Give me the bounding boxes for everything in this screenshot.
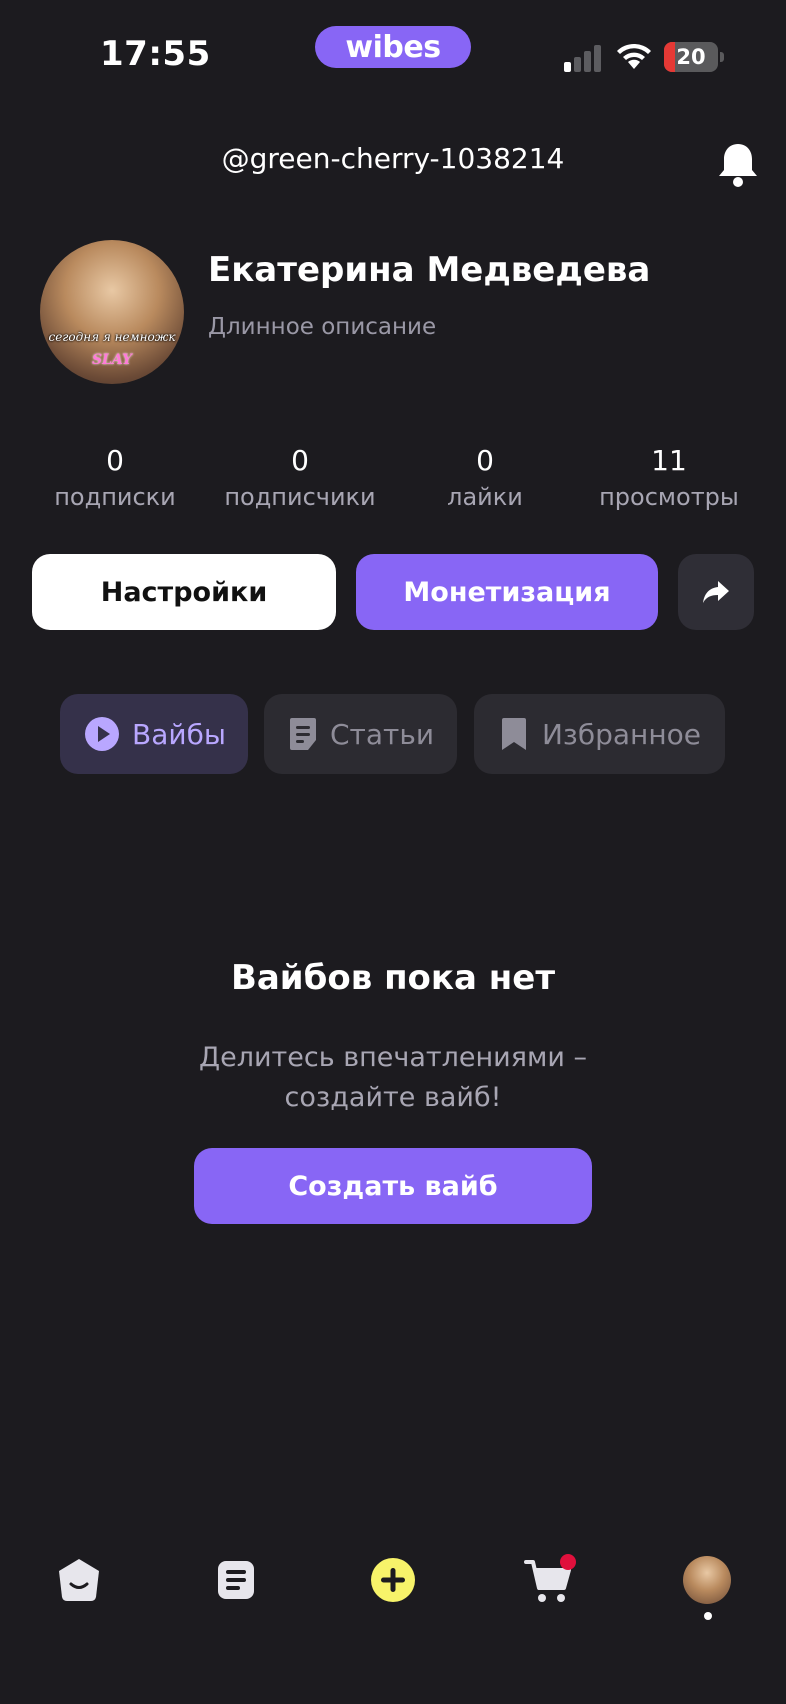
cart-icon bbox=[524, 1554, 576, 1602]
profile-bio: Длинное описание bbox=[208, 314, 437, 340]
stat-label: лайки bbox=[447, 483, 523, 511]
wifi-icon bbox=[617, 43, 651, 69]
cellular-signal-icon bbox=[564, 45, 601, 72]
battery-level: 20 bbox=[676, 45, 706, 69]
nav-feed[interactable] bbox=[208, 1552, 264, 1608]
empty-state-subtitle: Делитесь впечатлениями – создайте вайб! bbox=[0, 1038, 786, 1118]
battery-icon: 20 bbox=[664, 42, 726, 72]
stat-followers[interactable]: 0 подписчики bbox=[205, 444, 395, 511]
stat-subscriptions[interactable]: 0 подписки bbox=[20, 444, 210, 511]
stat-value: 0 bbox=[106, 444, 124, 477]
monetization-button[interactable]: Монетизация bbox=[356, 554, 658, 630]
bookmark-icon bbox=[498, 716, 530, 752]
stat-value: 0 bbox=[291, 444, 309, 477]
article-icon bbox=[288, 716, 318, 752]
nav-create[interactable] bbox=[365, 1552, 421, 1608]
home-icon bbox=[59, 1559, 99, 1601]
empty-state-subtitle-line2: создайте вайб! bbox=[284, 1082, 502, 1113]
empty-state-title: Вайбов пока нет bbox=[230, 958, 556, 998]
avatar-caption-slay: SLAY bbox=[91, 352, 133, 368]
avatar-caption: сегодня я немножк bbox=[48, 330, 176, 344]
create-plus-icon bbox=[371, 1558, 415, 1602]
cart-badge bbox=[560, 1554, 576, 1570]
avatar[interactable]: сегодня я немножк SLAY bbox=[40, 240, 184, 384]
stat-label: подписчики bbox=[224, 483, 376, 511]
tab-vibes[interactable]: Вайбы bbox=[60, 694, 248, 774]
profile-username: @green-cherry-1038214 bbox=[221, 142, 565, 175]
nav-home[interactable] bbox=[51, 1552, 107, 1608]
create-vibe-button[interactable]: Создать вайб bbox=[194, 1148, 592, 1224]
share-arrow-icon bbox=[703, 581, 729, 603]
tab-favorites[interactable]: Избранное bbox=[474, 694, 725, 774]
profile-avatar bbox=[683, 1556, 731, 1604]
settings-button[interactable]: Настройки bbox=[32, 554, 336, 630]
share-button[interactable] bbox=[678, 554, 754, 630]
play-icon bbox=[84, 716, 120, 752]
feed-icon bbox=[218, 1561, 254, 1599]
profile-name: Екатерина Медведева bbox=[208, 250, 651, 290]
stat-views: 11 просмотры bbox=[574, 444, 764, 511]
stat-value: 11 bbox=[651, 444, 687, 477]
status-time: 17:55 bbox=[100, 34, 211, 74]
tab-label: Статьи bbox=[330, 717, 435, 751]
tab-articles[interactable]: Статьи bbox=[264, 694, 457, 774]
stat-label: подписки bbox=[54, 483, 176, 511]
stat-label: просмотры bbox=[599, 483, 739, 511]
nav-cart[interactable] bbox=[522, 1552, 578, 1608]
stat-likes: 0 лайки bbox=[390, 444, 580, 511]
empty-state-subtitle-line1: Делитесь впечатлениями – bbox=[199, 1042, 587, 1073]
bell-icon[interactable] bbox=[716, 140, 760, 188]
nav-profile[interactable] bbox=[679, 1552, 735, 1608]
brand-logo: wibes bbox=[315, 26, 471, 68]
tab-label: Вайбы bbox=[132, 717, 226, 751]
tab-label: Избранное bbox=[541, 717, 701, 751]
stat-value: 0 bbox=[476, 444, 494, 477]
active-nav-indicator bbox=[704, 1612, 712, 1620]
